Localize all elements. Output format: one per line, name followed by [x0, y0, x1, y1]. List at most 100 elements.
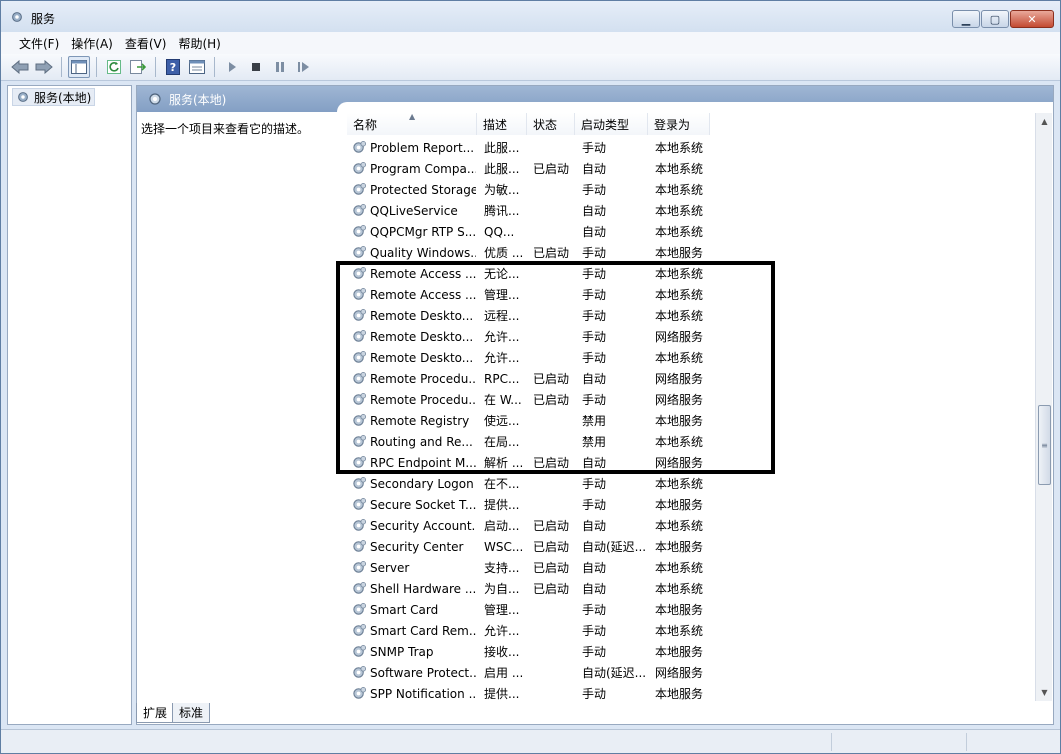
- pane-title: 服务(本地): [169, 92, 227, 107]
- minimize-button[interactable]: ▁: [952, 10, 980, 28]
- service-status: 已启动: [533, 519, 570, 533]
- column-header-description[interactable]: 描述: [477, 113, 527, 135]
- properties-button[interactable]: [186, 56, 208, 78]
- menu-action[interactable]: 操作(A): [65, 33, 119, 54]
- service-name: Problem Report...: [370, 140, 475, 155]
- service-row[interactable]: QQPCMgr RTP S... QQ... 自动 本地系统: [347, 221, 1031, 242]
- column-header-status[interactable]: 状态: [527, 113, 575, 135]
- service-startup-type: 自动(延迟...: [582, 540, 647, 554]
- tree-item-services-local[interactable]: 服务(本地): [12, 88, 96, 106]
- forward-button[interactable]: [33, 56, 55, 78]
- scroll-down-arrow-icon[interactable]: ▼: [1036, 684, 1053, 701]
- service-startup-type: 自动: [582, 225, 607, 239]
- menu-view[interactable]: 查看(V): [119, 33, 173, 54]
- service-name: Quality Windows...: [370, 245, 476, 260]
- service-row[interactable]: Server 支持... 已启动 自动 本地系统: [347, 557, 1031, 578]
- service-logon-as: 本地系统: [655, 561, 704, 575]
- services-gear-icon: [12, 12, 22, 22]
- tab-standard[interactable]: 标准: [172, 703, 211, 723]
- service-name: Security Center: [370, 539, 464, 554]
- description-text: 选择一个项目来查看它的描述。: [141, 122, 310, 136]
- service-logon-as: 本地服务: [655, 687, 704, 701]
- service-logon-as: 本地系统: [655, 477, 704, 491]
- service-startup-type: 手动: [582, 477, 607, 491]
- service-row[interactable]: SNMP Trap 接收... 手动 本地服务: [347, 641, 1031, 662]
- service-startup-type: 手动: [582, 183, 607, 197]
- service-row[interactable]: Secure Socket T... 提供... 手动 本地服务: [347, 494, 1031, 515]
- menu-file[interactable]: 文件(F): [13, 33, 65, 54]
- close-button[interactable]: ✕: [1010, 10, 1054, 28]
- service-gear-icon: [353, 498, 366, 510]
- service-logon-as: 本地服务: [655, 540, 704, 554]
- show-hide-console-tree-button[interactable]: [68, 56, 90, 78]
- service-status: 已启动: [533, 561, 570, 575]
- service-description: 提供...: [484, 498, 520, 512]
- service-status: 已启动: [533, 246, 570, 260]
- service-row[interactable]: Security Account... 启动... 已启动 自动 本地系统: [347, 515, 1031, 536]
- highlight-rectangle: [336, 261, 775, 474]
- service-description: 在不...: [484, 477, 520, 491]
- service-row[interactable]: QQLiveService 腾讯... 自动 本地系统: [347, 200, 1031, 221]
- service-row[interactable]: Software Protect... 启用 ... 自动(延迟... 网络服务: [347, 662, 1031, 683]
- service-gear-icon: [353, 666, 366, 678]
- service-description: 为敏...: [484, 183, 520, 197]
- service-gear-icon: [353, 603, 366, 615]
- service-row[interactable]: Security Center WSC... 已启动 自动(延迟... 本地服务: [347, 536, 1031, 557]
- column-header-startup-type[interactable]: 启动类型: [575, 113, 648, 135]
- start-service-button[interactable]: [221, 56, 243, 78]
- service-description: 优质 ...: [484, 246, 524, 260]
- service-description: 腾讯...: [484, 204, 520, 218]
- maximize-button[interactable]: ▢: [981, 10, 1009, 28]
- service-startup-type: 手动: [582, 141, 607, 155]
- service-row[interactable]: Problem Report... 此服... 手动 本地系统: [347, 137, 1031, 158]
- refresh-button[interactable]: [103, 56, 125, 78]
- stop-service-button[interactable]: [245, 56, 267, 78]
- status-bar-divider: [831, 733, 832, 751]
- service-startup-type: 自动: [582, 204, 607, 218]
- service-name: Server: [370, 560, 410, 575]
- service-name: SPP Notification ...: [370, 686, 476, 701]
- service-name: Program Compa...: [370, 161, 476, 176]
- service-logon-as: 本地系统: [655, 624, 704, 638]
- properties-icon: [189, 60, 205, 74]
- service-row[interactable]: Quality Windows... 优质 ... 已启动 手动 本地服务: [347, 242, 1031, 263]
- service-description: 接收...: [484, 645, 520, 659]
- service-row[interactable]: SPP Notification ... 提供... 手动 本地服务: [347, 683, 1031, 704]
- toolbar-separator: [96, 57, 97, 77]
- service-name: Shell Hardware ...: [370, 581, 476, 596]
- forward-arrow-icon: [35, 60, 53, 74]
- service-row[interactable]: Protected Storage 为敏... 手动 本地系统: [347, 179, 1031, 200]
- pause-service-button[interactable]: [269, 56, 291, 78]
- service-row[interactable]: Smart Card 管理... 手动 本地服务: [347, 599, 1031, 620]
- service-row[interactable]: Smart Card Rem... 允许... 手动 本地系统: [347, 620, 1031, 641]
- export-list-button[interactable]: [127, 56, 149, 78]
- sort-ascending-icon: ▲: [409, 112, 416, 121]
- service-row[interactable]: Shell Hardware ... 为自... 已启动 自动 本地系统: [347, 578, 1031, 599]
- toolbar-separator: [214, 57, 215, 77]
- service-gear-icon: [353, 183, 366, 195]
- service-name: Protected Storage: [370, 182, 476, 197]
- help-button[interactable]: ?: [162, 56, 184, 78]
- service-startup-type: 手动: [582, 687, 607, 701]
- service-gear-icon: [353, 519, 366, 531]
- service-row[interactable]: Secondary Logon 在不... 手动 本地系统: [347, 473, 1031, 494]
- service-gear-icon: [353, 246, 366, 258]
- scroll-up-arrow-icon[interactable]: ▲: [1036, 113, 1053, 130]
- toolbar-separator: [61, 57, 62, 77]
- restart-service-button[interactable]: [293, 56, 315, 78]
- minimize-icon: ▁: [961, 12, 971, 26]
- service-name: SNMP Trap: [370, 644, 434, 659]
- service-gear-icon: [353, 624, 366, 636]
- tab-extended[interactable]: 扩展: [136, 703, 175, 723]
- service-logon-as: 本地系统: [655, 519, 704, 533]
- column-header-logon-as[interactable]: 登录为: [648, 113, 710, 135]
- back-button[interactable]: [9, 56, 31, 78]
- service-logon-as: 本地系统: [655, 183, 704, 197]
- restart-service-icon: [298, 62, 309, 72]
- services-gear-icon: [149, 93, 161, 105]
- menu-help[interactable]: 帮助(H): [172, 33, 226, 54]
- service-gear-icon: [353, 561, 366, 573]
- service-row[interactable]: Program Compa... 此服... 已启动 自动 本地系统: [347, 158, 1031, 179]
- scroll-thumb[interactable]: ≡: [1038, 405, 1051, 485]
- vertical-scrollbar[interactable]: ▲ ≡ ▼: [1035, 113, 1052, 701]
